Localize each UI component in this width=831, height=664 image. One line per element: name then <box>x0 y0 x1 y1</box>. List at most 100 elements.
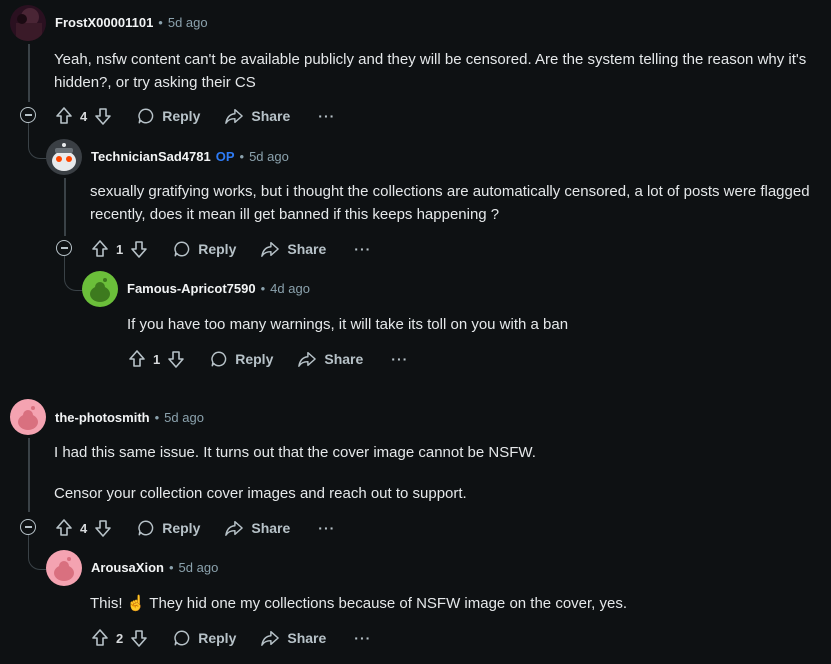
reply-button[interactable]: Reply <box>173 629 236 647</box>
reply-bubble-icon <box>138 520 154 536</box>
collapse-minus-icon[interactable] <box>20 107 36 123</box>
collapse-minus-icon[interactable] <box>56 240 72 256</box>
avatar[interactable] <box>46 550 82 586</box>
thread-branch <box>28 534 47 570</box>
timestamp[interactable]: 5d ago <box>164 410 204 425</box>
vote-group: 4 <box>54 518 113 538</box>
share-arrow-icon <box>261 630 280 646</box>
comment-actions: 4 Reply Share ··· <box>54 513 335 543</box>
thread-line <box>64 178 66 236</box>
more-options-button[interactable]: ··· <box>391 351 408 367</box>
comment-meta: FrostX00001101 • 5d ago <box>55 15 208 30</box>
author-name[interactable]: TechnicianSad4781 <box>91 149 211 164</box>
reply-button[interactable]: Reply <box>173 240 236 258</box>
comment-text-suffix: They hid one my collections because of N… <box>149 595 628 612</box>
downvote-icon[interactable] <box>129 628 149 648</box>
upvote-icon[interactable] <box>90 628 110 648</box>
comment-meta: the-photosmith • 5d ago <box>55 410 204 425</box>
downvote-icon[interactable] <box>93 518 113 538</box>
timestamp[interactable]: 4d ago <box>270 281 310 296</box>
share-arrow-icon <box>298 351 317 367</box>
reply-label: Reply <box>235 351 274 367</box>
comment-body: sexually gratifying works, but i thought… <box>90 180 820 226</box>
share-button[interactable]: Share <box>260 240 326 258</box>
comment-text: sexually gratifying works, but i thought… <box>90 183 810 223</box>
more-options-button[interactable]: ··· <box>354 241 371 257</box>
vote-count: 4 <box>80 108 88 124</box>
reply-button[interactable]: Reply <box>137 519 200 537</box>
separator-dot: • <box>158 15 163 30</box>
share-button[interactable]: Share <box>224 519 290 537</box>
share-button[interactable]: Share <box>297 350 363 368</box>
timestamp[interactable]: 5d ago <box>168 15 208 30</box>
comment-text: If you have too many warnings, it will t… <box>127 316 569 333</box>
share-label: Share <box>251 520 291 536</box>
avatar[interactable] <box>46 139 82 175</box>
share-button[interactable]: Share <box>260 629 326 647</box>
comment-actions: 4 Reply Share ··· <box>54 101 335 131</box>
op-badge: OP <box>215 149 235 164</box>
vote-count: 4 <box>80 520 88 536</box>
more-options-button[interactable]: ··· <box>354 630 371 646</box>
reply-label: Reply <box>162 108 201 124</box>
reply-label: Reply <box>198 630 237 646</box>
author-name[interactable]: ArousaXion <box>91 560 164 575</box>
upvote-icon[interactable] <box>54 106 74 126</box>
comment-body: Yeah, nsfw content can't be available pu… <box>54 48 824 94</box>
vote-group: 1 <box>127 349 186 369</box>
more-options-button[interactable]: ··· <box>318 108 335 124</box>
vote-group: 1 <box>90 239 149 259</box>
vote-group: 2 <box>90 628 149 648</box>
share-arrow-icon <box>261 241 280 257</box>
comment-text: This! ☝️ They hid one my collections bec… <box>90 592 820 615</box>
vote-count: 1 <box>153 351 161 367</box>
author-name[interactable]: Famous-Apricot7590 <box>127 281 256 296</box>
reply-label: Reply <box>162 520 201 536</box>
comment-meta: Famous-Apricot7590 • 4d ago <box>127 281 310 296</box>
vote-group: 4 <box>54 106 113 126</box>
share-label: Share <box>287 241 327 257</box>
reply-bubble-icon <box>174 630 190 646</box>
comment-actions: 2 Reply Share ··· <box>90 623 371 653</box>
comment-actions: 1 Reply Share ··· <box>90 234 371 264</box>
separator-dot: • <box>239 149 245 164</box>
upvote-icon[interactable] <box>54 518 74 538</box>
collapse-minus-icon[interactable] <box>20 519 36 535</box>
thread-branch <box>28 122 47 159</box>
avatar[interactable] <box>82 271 118 307</box>
share-label: Share <box>324 351 364 367</box>
vote-count: 2 <box>116 630 124 646</box>
comment-body: If you have too many warnings, it will t… <box>127 313 817 336</box>
reply-bubble-icon <box>211 351 227 367</box>
comment-actions: 1 Reply Share ··· <box>127 344 408 374</box>
reply-button[interactable]: Reply <box>137 107 200 125</box>
avatar[interactable] <box>10 5 46 41</box>
upvote-icon[interactable] <box>127 349 147 369</box>
separator-dot: • <box>260 281 266 296</box>
upvote-icon[interactable] <box>90 239 110 259</box>
vote-count: 1 <box>116 241 124 257</box>
reply-button[interactable]: Reply <box>210 350 273 368</box>
more-options-button[interactable]: ··· <box>318 520 335 536</box>
comment-body: I had this same issue. It turns out that… <box>54 441 824 505</box>
author-name[interactable]: FrostX00001101 <box>55 15 153 30</box>
share-button[interactable]: Share <box>224 107 290 125</box>
comment-meta: ArousaXion • 5d ago <box>91 560 218 575</box>
downvote-icon[interactable] <box>129 239 149 259</box>
share-label: Share <box>287 630 327 646</box>
avatar[interactable] <box>10 399 46 435</box>
downvote-icon[interactable] <box>166 349 186 369</box>
separator-dot: • <box>154 410 160 425</box>
share-arrow-icon <box>225 520 244 536</box>
share-arrow-icon <box>225 108 244 124</box>
reply-bubble-icon <box>174 241 190 257</box>
timestamp[interactable]: 5d ago <box>249 149 289 164</box>
reply-label: Reply <box>198 241 237 257</box>
separator-dot: • <box>168 560 174 575</box>
share-label: Share <box>251 108 291 124</box>
reply-bubble-icon <box>138 108 154 124</box>
thread-line <box>28 44 30 102</box>
timestamp[interactable]: 5d ago <box>179 560 219 575</box>
downvote-icon[interactable] <box>93 106 113 126</box>
author-name[interactable]: the-photosmith <box>55 410 150 425</box>
